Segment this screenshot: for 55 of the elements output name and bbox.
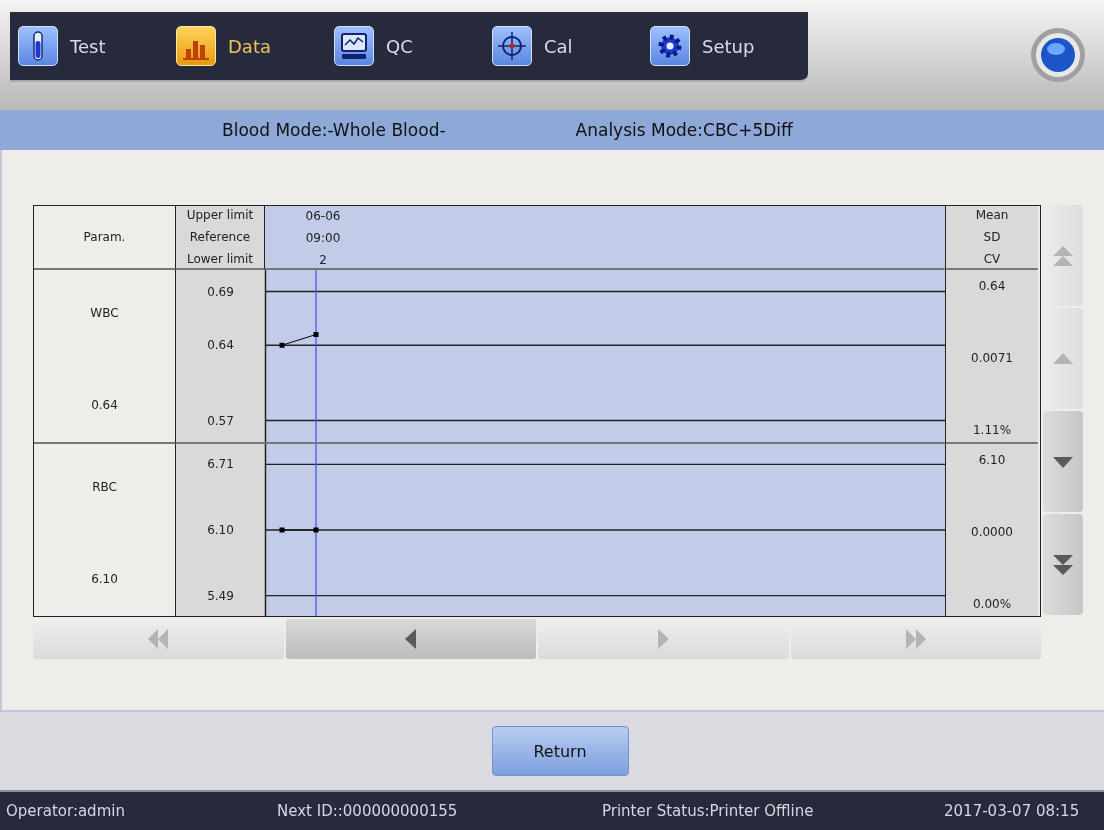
datetime-label: 2017-03-07 08:15 [944, 802, 1080, 820]
nav-tab[interactable]: Test [18, 22, 176, 70]
double-left-arrow-icon [146, 627, 171, 651]
nav-tab[interactable]: Cal [492, 22, 650, 70]
stat-value: 1.11% [972, 422, 1012, 438]
data-point [313, 527, 319, 533]
limit-value: 0.69 [207, 284, 234, 299]
blood-mode-label: Blood Mode:-Whole Blood- [222, 120, 446, 140]
scroll-button[interactable] [1043, 411, 1083, 512]
limit-value: 0.57 [207, 413, 234, 428]
column-header: 09:00 [305, 230, 341, 246]
limit-value: 6.10 [207, 523, 234, 537]
column-header: CV [983, 251, 1001, 267]
monitor-icon [334, 26, 374, 66]
column-header: Mean [975, 207, 1009, 223]
column-header: Reference [189, 229, 251, 245]
analysis-mode-label: Analysis Mode:CBC+5Diff [575, 120, 793, 140]
double-right-arrow-icon [903, 627, 928, 651]
crosshair-icon [492, 26, 532, 66]
stat-value: 6.10 [978, 452, 1006, 468]
limit-value: 5.49 [207, 588, 234, 603]
stat-value: 0.0071 [971, 350, 1013, 366]
page-button[interactable] [285, 619, 536, 659]
param-value: 6.10 [91, 572, 118, 586]
column-header: Param. [83, 230, 126, 244]
next-id-label: Next ID::000000000155 [277, 802, 459, 820]
column-header: Upper limit [186, 207, 254, 223]
data-point [279, 342, 285, 348]
param-name: RBC [92, 480, 117, 494]
stat-value: 0.0000 [971, 524, 1013, 540]
double-up-arrow-icon [1051, 243, 1075, 268]
nav-tab[interactable]: QC [334, 22, 492, 70]
column-header: Lower limit [186, 251, 254, 267]
stat-value: 0.64 [978, 278, 1006, 294]
printer-status-label: Printer Status:Printer Offline [602, 802, 815, 820]
nav-tab[interactable]: Data [176, 22, 334, 70]
operator-label: Operator:admin [6, 802, 126, 820]
status-orb-icon[interactable] [1030, 27, 1086, 83]
gear-icon [650, 26, 690, 66]
column-header: SD [983, 229, 1001, 245]
double-down-arrow-icon [1051, 552, 1075, 577]
param-value: 0.64 [91, 398, 118, 412]
limit-value: 6.71 [207, 457, 234, 472]
nav-tab[interactable]: Setup [650, 22, 808, 70]
return-button[interactable]: Return [491, 726, 629, 776]
data-point [279, 527, 285, 533]
data-point [313, 332, 319, 337]
column-header: 06-06 [305, 208, 341, 224]
limit-value: 0.64 [207, 338, 234, 353]
param-name: WBC [90, 306, 119, 320]
column-header: 2 [319, 252, 327, 268]
stat-value: 0.00% [972, 596, 1012, 612]
scroll-button[interactable] [1043, 514, 1083, 615]
test-tube-icon [18, 26, 58, 66]
bar-chart-icon [176, 26, 216, 66]
